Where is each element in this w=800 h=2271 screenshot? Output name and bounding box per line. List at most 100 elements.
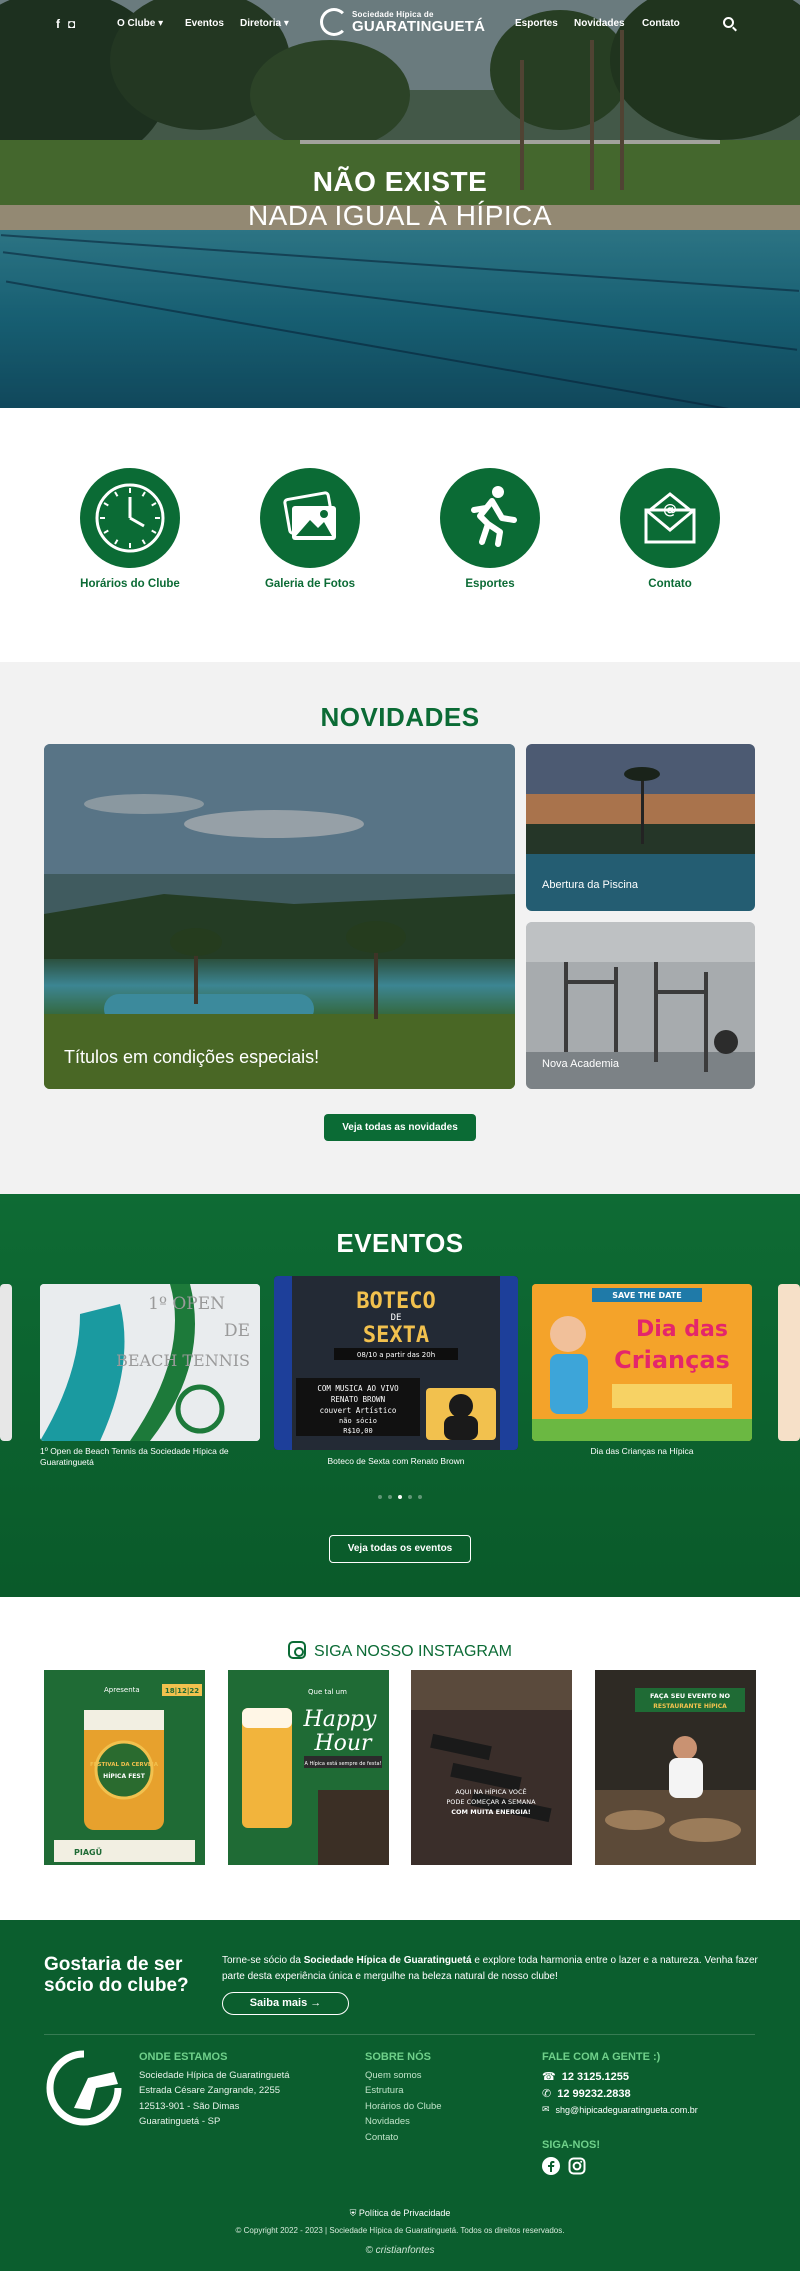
nav-item-novidades[interactable]: Novidades bbox=[574, 18, 625, 29]
footer-link-novidades[interactable]: Novidades bbox=[365, 2114, 485, 2129]
instagram-post[interactable]: Apresenta FESTIVAL DA CERVEJA HÍPICA FES… bbox=[44, 1670, 205, 1865]
quick-link-galeria[interactable]: Galeria de Fotos bbox=[240, 468, 380, 590]
horse-logo-icon bbox=[320, 8, 348, 36]
post-art-line: Que tal um bbox=[308, 1688, 347, 1696]
footer-link-horarios[interactable]: Horários do Clube bbox=[365, 2099, 485, 2114]
event-art-line: SAVE THE DATE bbox=[612, 1291, 681, 1300]
learn-more-button[interactable]: Saiba mais → bbox=[222, 1992, 349, 2015]
instagram-post[interactable]: Que tal um Happy Hour A Hípica está semp… bbox=[228, 1670, 389, 1865]
post-art-line: Hour bbox=[313, 1731, 373, 1756]
nav-item-contato[interactable]: Contato bbox=[642, 18, 680, 29]
event-card[interactable]: SAVE THE DATE Dia das Crianças bbox=[532, 1284, 752, 1441]
developer-credit[interactable]: © cristianfontes bbox=[0, 2245, 800, 2256]
address-block: Sociedade Hípica de Guaratinguetá Estrad… bbox=[139, 2070, 290, 2128]
event-art-line: Dia das bbox=[636, 1317, 728, 1342]
instagram-title-text: SIGA NOSSO INSTAGRAM bbox=[314, 1643, 512, 1660]
quick-link-label: Contato bbox=[648, 578, 692, 590]
facebook-icon[interactable] bbox=[542, 2157, 560, 2175]
nav-item-o-clube[interactable]: O Clube ▾ bbox=[117, 18, 163, 29]
whatsapp-row[interactable]: ✆ 12 99232.2838 bbox=[542, 2087, 762, 2101]
instagram-post[interactable]: FAÇA SEU EVENTO NO RESTAURANTE HÍPICA bbox=[595, 1670, 756, 1865]
quick-link-horarios[interactable]: Horários do Clube bbox=[60, 468, 200, 590]
phone-row[interactable]: ☎ 12 3125.1255 bbox=[542, 2070, 762, 2084]
quick-link-label: Esportes bbox=[465, 578, 515, 590]
news-featured-card[interactable]: Títulos em condições especiais! bbox=[44, 744, 515, 1089]
clock-icon bbox=[80, 468, 180, 568]
event-card-peek[interactable] bbox=[778, 1284, 800, 1441]
nav-item-esportes[interactable]: Esportes bbox=[515, 18, 558, 29]
carousel-dot[interactable] bbox=[378, 1495, 382, 1499]
hero-title-light: NADA IGUAL À HÍPICA bbox=[247, 200, 553, 231]
event-card-image: BOTECO DE SEXTA 08/10 a partir das 20h C… bbox=[274, 1276, 518, 1450]
news-title: NOVIDADES bbox=[320, 702, 480, 732]
chevron-down-icon: ▾ bbox=[283, 18, 289, 29]
event-art-line: DE bbox=[391, 1313, 402, 1323]
instagram-icon[interactable]: ◘ bbox=[68, 17, 75, 31]
quick-link-esportes[interactable]: Esportes bbox=[420, 468, 560, 590]
chevron-down-icon: ▾ bbox=[158, 18, 164, 29]
event-card-image: SAVE THE DATE Dia das Crianças bbox=[532, 1284, 752, 1441]
event-art-line: COM MUSICA AO VIVO bbox=[317, 1384, 399, 1393]
where-title: ONDE ESTAMOS bbox=[139, 2051, 228, 2063]
event-card[interactable]: BOTECO DE SEXTA 08/10 a partir das 20h C… bbox=[274, 1276, 518, 1450]
instagram-post[interactable]: AQUI NA HÍPICA VOCÊ PODE COMEÇAR A SEMAN… bbox=[411, 1670, 572, 1865]
nav-item-eventos[interactable]: Eventos bbox=[185, 18, 224, 29]
instagram-post-image: Apresenta FESTIVAL DA CERVEJA HÍPICA FES… bbox=[44, 1670, 205, 1865]
facebook-icon[interactable]: f bbox=[56, 17, 60, 31]
all-news-button[interactable]: Veja todas as novidades bbox=[324, 1114, 476, 1141]
event-card-peek[interactable] bbox=[0, 1284, 12, 1441]
post-art-line: Apresenta bbox=[104, 1686, 140, 1694]
post-art-line: FESTIVAL DA CERVEJA bbox=[90, 1762, 159, 1768]
carousel-dot[interactable] bbox=[418, 1495, 422, 1499]
event-card[interactable]: 1º OPEN DE BEACH TENNIS bbox=[40, 1284, 260, 1441]
quick-link-label: Horários do Clube bbox=[80, 578, 180, 590]
shield-icon: ⛨ bbox=[349, 2208, 357, 2218]
main-navbar: f ◘ O Clube ▾ Eventos Diretoria ▾ Socied… bbox=[0, 0, 800, 50]
carousel-dot[interactable] bbox=[408, 1495, 412, 1499]
quick-link-label: Galeria de Fotos bbox=[264, 578, 356, 590]
event-caption: Dia das Crianças na Hípica bbox=[590, 1446, 694, 1456]
hero-title-bold: NÃO EXISTE bbox=[312, 166, 488, 197]
post-art-line: AQUI NA HÍPICA VOCÊ bbox=[455, 1787, 526, 1796]
event-card-image: 1º OPEN DE BEACH TENNIS bbox=[40, 1284, 260, 1441]
event-art-line: SEXTA bbox=[363, 1323, 429, 1348]
event-art-line: não sócio bbox=[339, 1417, 377, 1425]
instagram-section: SIGA NOSSO INSTAGRAM Apresenta FESTIVAL … bbox=[0, 1597, 800, 1920]
all-events-button[interactable]: Veja todas os eventos bbox=[329, 1535, 471, 1563]
footer-link-quem-somos[interactable]: Quem somos bbox=[365, 2068, 485, 2083]
nav-social-links: f ◘ bbox=[56, 17, 75, 31]
instagram-icon[interactable] bbox=[568, 2157, 586, 2175]
event-art-line: BEACH TENNIS bbox=[116, 1351, 250, 1370]
envelope-icon: @ bbox=[620, 468, 720, 568]
privacy-policy-link[interactable]: ⛨ Política de Privacidade bbox=[0, 2208, 800, 2219]
logo-line2: GUARATINGUETÁ bbox=[352, 17, 486, 35]
runner-icon bbox=[440, 468, 540, 568]
carousel-dot-active[interactable] bbox=[398, 1495, 402, 1499]
nav-item-diretoria[interactable]: Diretoria ▾ bbox=[240, 18, 289, 29]
post-art-line: HÍPICA FEST bbox=[103, 1772, 146, 1780]
footer-divider bbox=[44, 2034, 755, 2035]
quick-link-contato[interactable]: @ Contato bbox=[600, 468, 740, 590]
about-links: Quem somos Estrutura Horários do Clube N… bbox=[365, 2068, 485, 2145]
site-logo[interactable]: Sociedade Hípica de GUARATINGUETÁ bbox=[320, 8, 485, 36]
post-art-line: PODE COMEÇAR A SEMANA bbox=[446, 1798, 536, 1806]
event-art-line: Crianças bbox=[614, 1346, 730, 1374]
carousel-dot[interactable] bbox=[388, 1495, 392, 1499]
news-card-caption: Abertura da Piscina bbox=[542, 879, 638, 891]
footer-link-estrutura[interactable]: Estrutura bbox=[365, 2083, 485, 2098]
search-icon[interactable] bbox=[723, 17, 734, 28]
footer-link-contato[interactable]: Contato bbox=[365, 2130, 485, 2145]
photos-icon bbox=[260, 468, 360, 568]
about-title: SOBRE NÓS bbox=[365, 2051, 432, 2063]
email-row[interactable]: ✉ shg@hipicadeguaratingueta.com.br bbox=[542, 2104, 762, 2115]
svg-text:@: @ bbox=[663, 502, 677, 518]
news-card-caption: Nova Academia bbox=[542, 1058, 620, 1070]
news-card[interactable]: Abertura da Piscina bbox=[526, 744, 755, 911]
news-card[interactable]: Nova Academia bbox=[526, 922, 755, 1089]
post-art-line: RESTAURANTE HÍPICA bbox=[653, 1702, 727, 1710]
post-art-line: Happy bbox=[303, 1707, 377, 1732]
horse-logo-icon bbox=[46, 2050, 122, 2126]
carousel-dots bbox=[378, 1495, 422, 1499]
cta-text: Torne-se sócio da Sociedade Hípica de Gu… bbox=[222, 1955, 758, 1982]
whatsapp-icon: ✆ bbox=[542, 2088, 552, 2100]
